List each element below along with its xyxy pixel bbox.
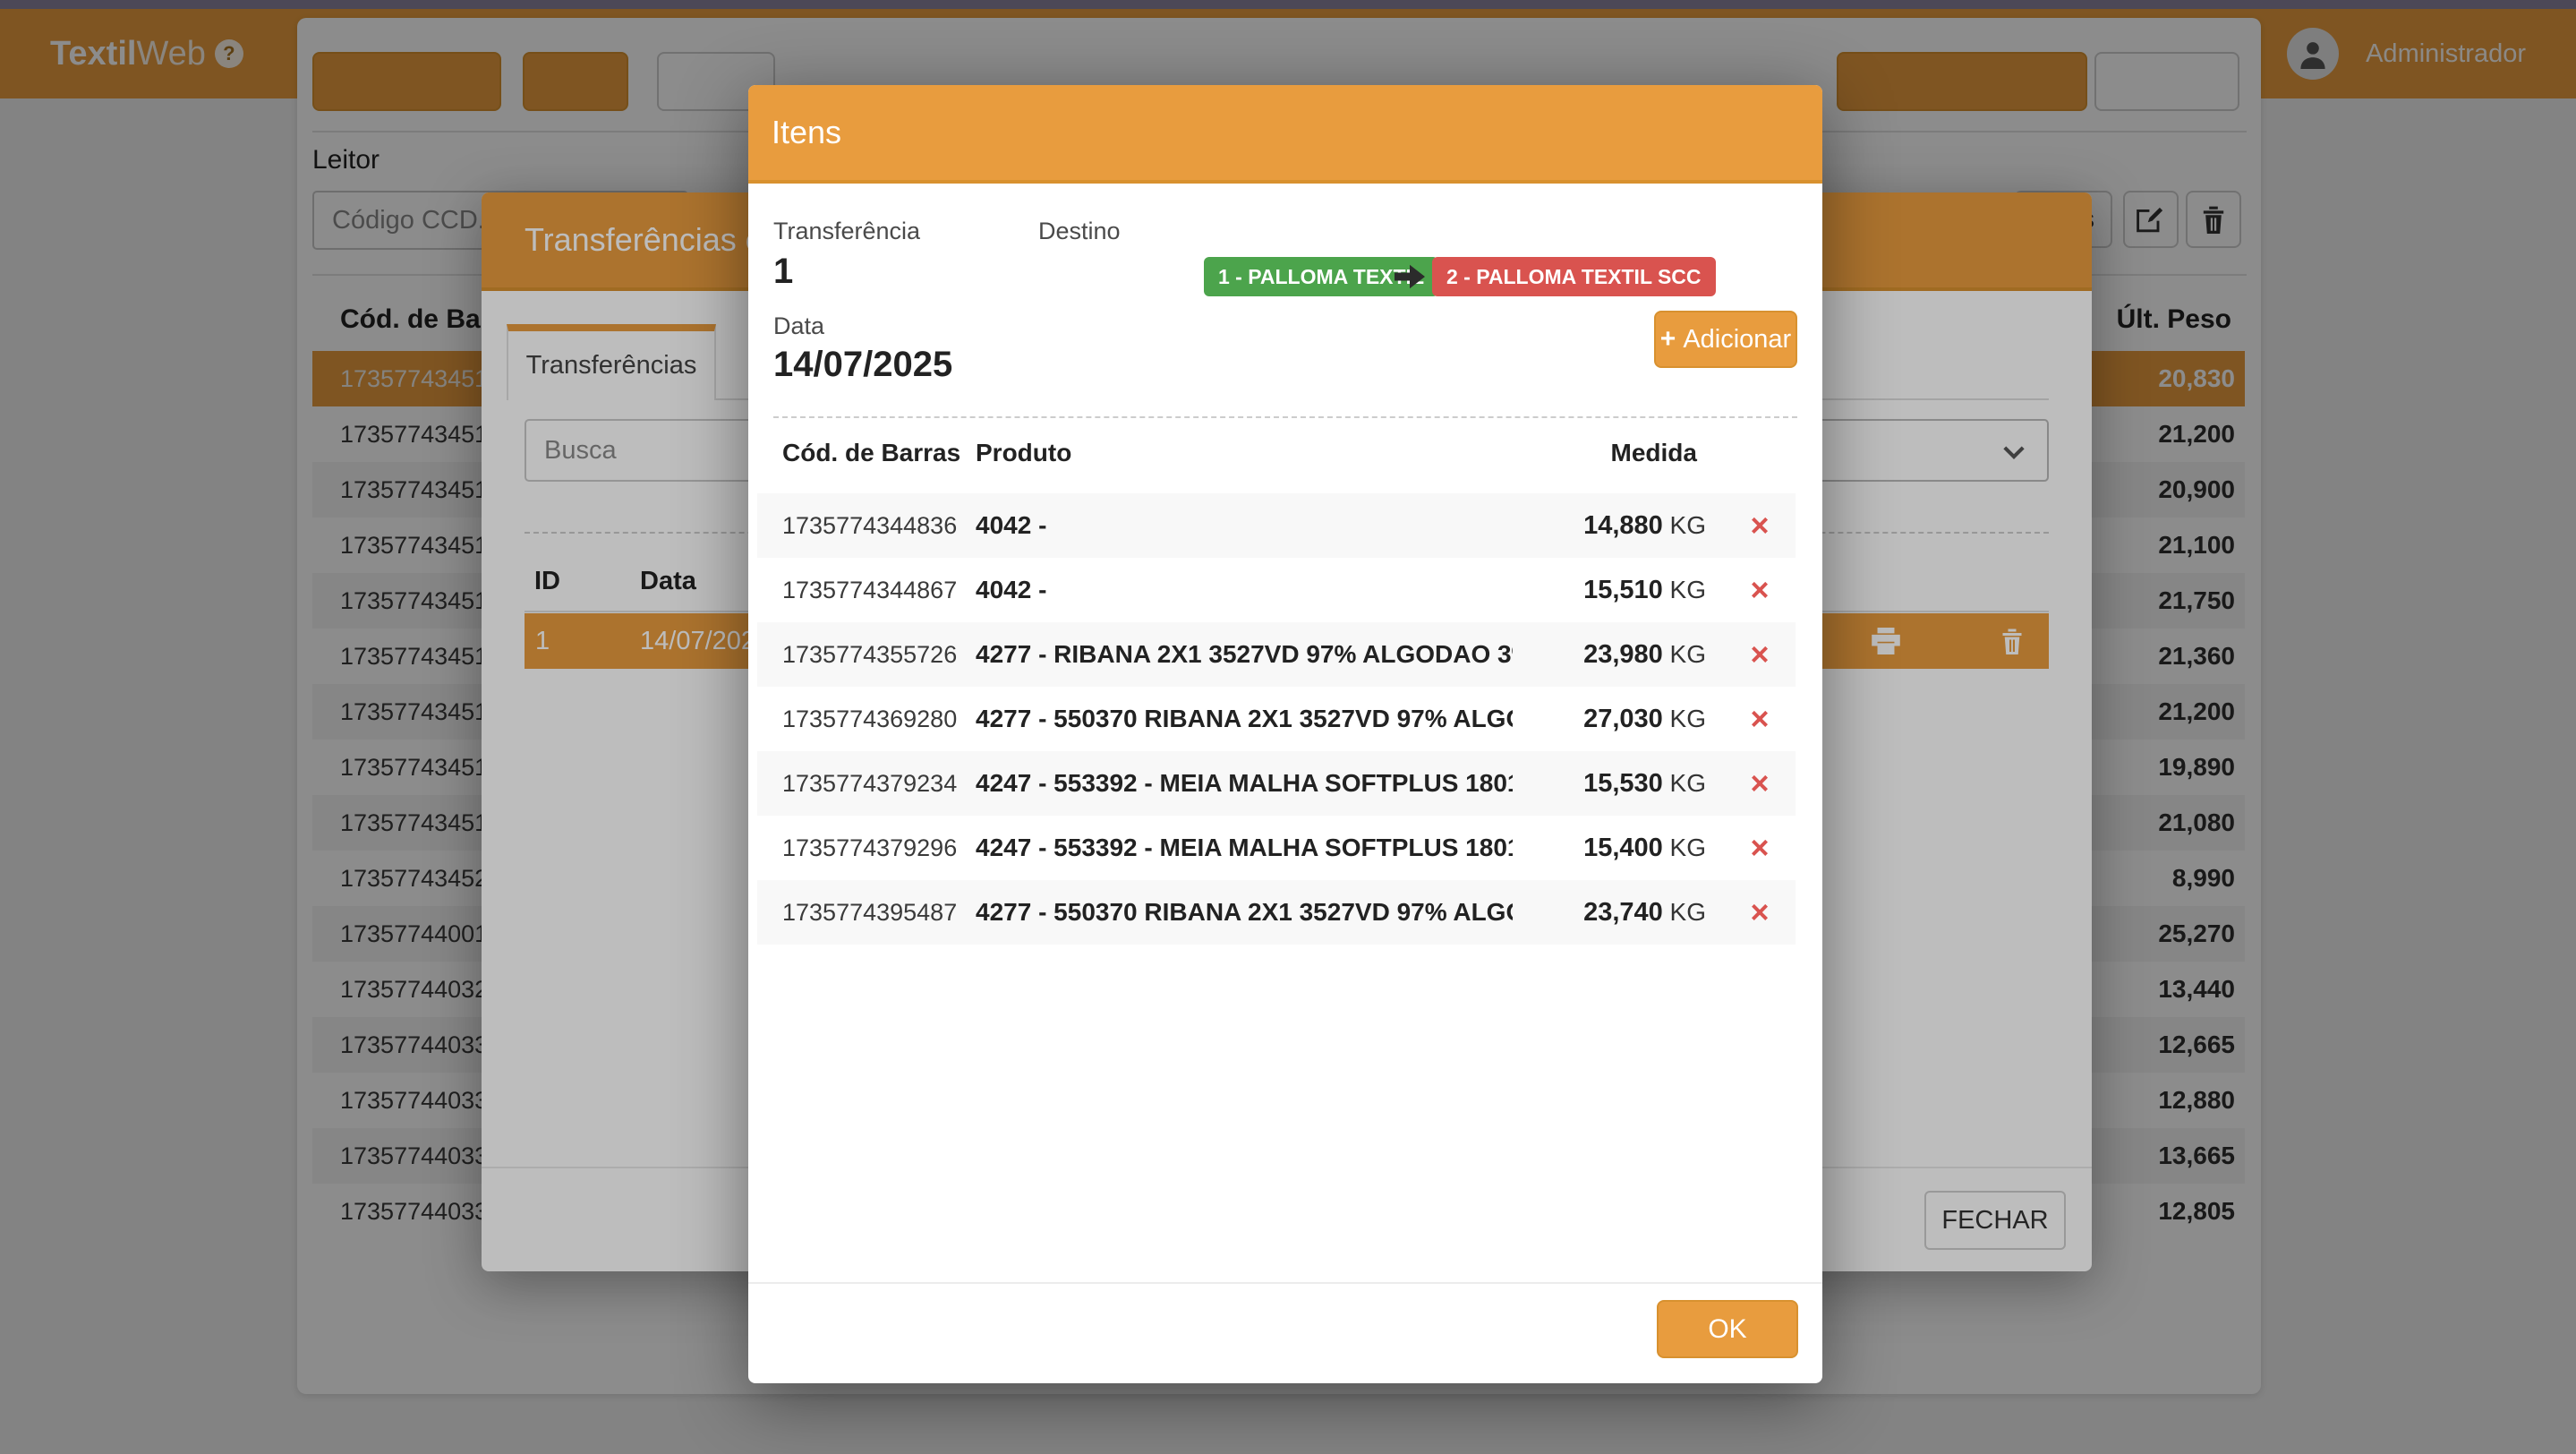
destino-label: Destino bbox=[1038, 218, 1121, 245]
button-label: OK bbox=[1708, 1314, 1746, 1345]
barcode-cell: 1735774379296 bbox=[782, 834, 957, 862]
medida-cell: 15,530 KG bbox=[1384, 769, 1706, 799]
item-row: 1735774379234 4247 - 553392 - MEIA MALHA… bbox=[757, 751, 1796, 816]
medida-cell: 23,980 KG bbox=[1384, 640, 1706, 670]
transferencia-value: 1 bbox=[773, 252, 793, 292]
remove-icon[interactable]: × bbox=[1740, 636, 1779, 673]
arrow-right-icon bbox=[1395, 261, 1425, 292]
remove-icon[interactable]: × bbox=[1740, 765, 1779, 802]
data-value: 14/07/2025 bbox=[773, 345, 952, 385]
medida-cell: 15,400 KG bbox=[1384, 834, 1706, 863]
barcode-cell: 1735774355726 bbox=[782, 641, 957, 669]
transferencia-label: Transferência bbox=[773, 218, 920, 245]
barcode-cell: 1735774369280 bbox=[782, 706, 957, 733]
barcode-cell: 1735774379234 bbox=[782, 770, 957, 798]
remove-icon[interactable]: × bbox=[1740, 700, 1779, 738]
remove-icon[interactable]: × bbox=[1740, 571, 1779, 609]
item-row: 1735774344836 4042 - 14,880 KG × bbox=[757, 493, 1796, 558]
item-row: 1735774379296 4247 - 553392 - MEIA MALHA… bbox=[757, 816, 1796, 880]
item-row: 1735774344867 4042 - 15,510 KG × bbox=[757, 558, 1796, 622]
dashed-divider bbox=[773, 416, 1797, 418]
medida-cell: 23,740 KG bbox=[1384, 898, 1706, 928]
modal-title: Itens bbox=[772, 114, 841, 150]
item-row: 1735774355726 4277 - RIBANA 2X1 3527VD 9… bbox=[757, 622, 1796, 687]
badge-label: 1 - PALLOMA TEXTIL bbox=[1218, 265, 1424, 289]
data-label: Data bbox=[773, 312, 824, 340]
barcode-cell: 1735774344836 bbox=[782, 512, 957, 540]
plus-icon: + bbox=[1660, 324, 1676, 355]
produto-column-header: Produto bbox=[976, 439, 1071, 467]
ok-button[interactable]: OK bbox=[1657, 1300, 1798, 1358]
remove-icon[interactable]: × bbox=[1740, 507, 1779, 544]
item-row: 1735774395487 4277 - 550370 RIBANA 2X1 3… bbox=[757, 880, 1796, 945]
destino-badge: 2 - PALLOMA TEXTIL SCC bbox=[1432, 257, 1716, 296]
adicionar-button[interactable]: + Adicionar bbox=[1654, 311, 1797, 368]
modal-footer-border bbox=[748, 1282, 1822, 1284]
item-row: 1735774369280 4277 - 550370 RIBANA 2X1 3… bbox=[757, 687, 1796, 751]
barcode-column-header: Cód. de Barras bbox=[782, 439, 960, 467]
badge-label: 2 - PALLOMA TEXTIL SCC bbox=[1446, 265, 1702, 289]
screen: TextilWeb ? Início Cadastros ▾ ⇄ Movimen… bbox=[0, 0, 2576, 1454]
medida-cell: 15,510 KG bbox=[1384, 576, 1706, 605]
modal-header: Itens bbox=[748, 85, 1822, 184]
window-top-strip bbox=[0, 0, 2576, 9]
remove-icon[interactable]: × bbox=[1740, 829, 1779, 867]
medida-cell: 14,880 KG bbox=[1384, 511, 1706, 541]
barcode-cell: 1735774344867 bbox=[782, 577, 957, 604]
medida-column-header: Medida bbox=[1375, 439, 1697, 467]
button-label: Adicionar bbox=[1683, 325, 1791, 355]
barcode-cell: 1735774395487 bbox=[782, 899, 957, 927]
remove-icon[interactable]: × bbox=[1740, 894, 1779, 931]
medida-cell: 27,030 KG bbox=[1384, 705, 1706, 734]
itens-modal: Itens Transferência 1 Destino 1 - PALLOM… bbox=[748, 85, 1822, 1383]
